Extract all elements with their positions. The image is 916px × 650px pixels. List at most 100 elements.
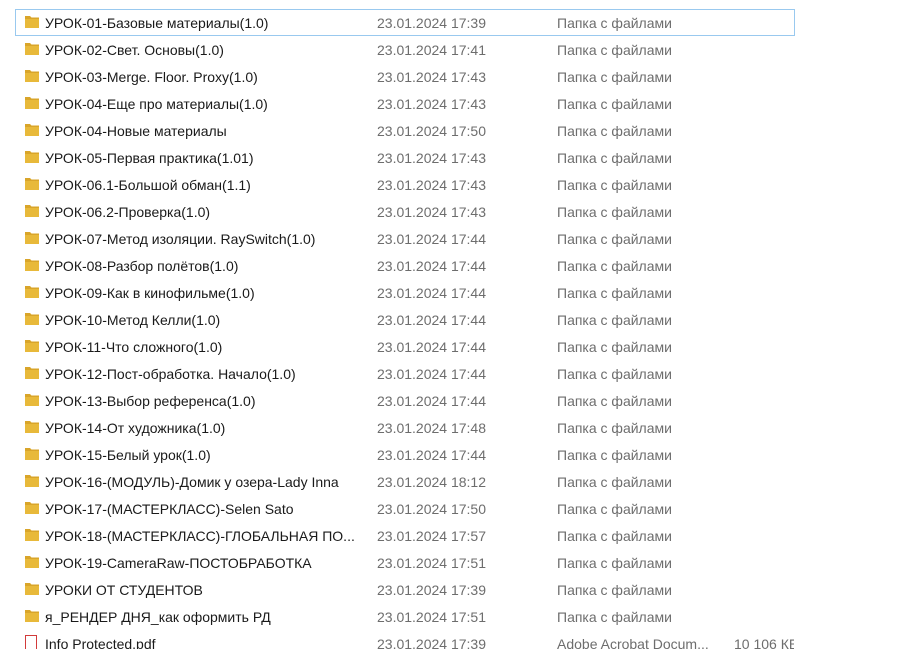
file-row[interactable]: УРОК-14-От художника(1.0) 23.01.2024 17:4… <box>15 414 795 441</box>
file-type: Папка с файлами <box>557 528 672 544</box>
folder-icon <box>25 16 39 28</box>
file-type: Папка с файлами <box>557 258 672 274</box>
file-date: 23.01.2024 17:44 <box>377 231 486 247</box>
file-type: Папка с файлами <box>557 177 672 193</box>
file-name: Info Protected.pdf <box>45 636 156 650</box>
file-name: УРОК-17-(МАСТЕРКЛАСС)-Selen Sato <box>45 501 294 517</box>
file-date: 23.01.2024 17:48 <box>377 420 486 436</box>
file-name: УРОК-06.1-Большой обман(1.1) <box>45 177 251 193</box>
file-name: УРОК-15-Белый урок(1.0) <box>45 447 211 463</box>
file-row[interactable]: УРОК-17-(МАСТЕРКЛАСС)-Selen Sato 23.01.20… <box>15 495 795 522</box>
file-list: УРОК-01-Базовые материалы(1.0) 23.01.2024… <box>0 9 916 650</box>
file-row[interactable]: УРОК-04-Новые материалы 23.01.2024 17:50 П… <box>15 117 795 144</box>
file-date: 23.01.2024 18:12 <box>377 474 486 490</box>
file-date: 23.01.2024 17:51 <box>377 555 486 571</box>
file-date: 23.01.2024 17:43 <box>377 96 486 112</box>
folder-icon <box>25 610 39 622</box>
folder-icon <box>25 529 39 541</box>
file-type: Папка с файлами <box>557 555 672 571</box>
file-name: УРОК-13-Выбор референса(1.0) <box>45 393 256 409</box>
file-row[interactable]: УРОК-08-Разбор полётов(1.0) 23.01.2024 17… <box>15 252 795 279</box>
file-type: Папка с файлами <box>557 96 672 112</box>
file-row[interactable]: УРОК-12-Пост-обработка. Начало(1.0) 23.01… <box>15 360 795 387</box>
file-type: Папка с файлами <box>557 420 672 436</box>
file-date: 23.01.2024 17:44 <box>377 339 486 355</box>
folder-icon <box>25 232 39 244</box>
file-type: Папка с файлами <box>557 474 672 490</box>
file-name: УРОК-06.2-Проверка(1.0) <box>45 204 211 220</box>
file-type: Папка с файлами <box>557 204 672 220</box>
folder-icon <box>25 97 39 109</box>
folder-icon <box>25 151 39 163</box>
file-row[interactable]: УРОК-13-Выбор референса(1.0) 23.01.2024 1… <box>15 387 795 414</box>
folder-icon <box>25 259 39 271</box>
file-date: 23.01.2024 17:44 <box>377 366 486 382</box>
file-row[interactable]: УРОК-05-Первая практика(1.01) 23.01.2024 … <box>15 144 795 171</box>
file-type: Adobe Acrobat Docum... <box>557 636 709 650</box>
file-row[interactable]: УРОК-01-Базовые материалы(1.0) 23.01.2024… <box>15 9 795 36</box>
file-type: Папка с файлами <box>557 150 672 166</box>
file-date: 23.01.2024 17:57 <box>377 528 486 544</box>
file-row[interactable]: УРОК-06.2-Проверка(1.0) 23.01.2024 17:43 П… <box>15 198 795 225</box>
file-date: 23.01.2024 17:50 <box>377 501 486 517</box>
file-row[interactable]: я_РЕНДЕР ДНЯ_как оформить РД 23.01.2024 1… <box>15 603 795 630</box>
file-type: Папка с файлами <box>557 501 672 517</box>
file-type: Папка с файлами <box>557 231 672 247</box>
file-row[interactable]: УРОК-04-Еще про материалы(1.0) 23.01.2024… <box>15 90 795 117</box>
folder-icon <box>25 178 39 190</box>
folder-icon <box>25 70 39 82</box>
file-row[interactable]: УРОК-11-Что сложного(1.0) 23.01.2024 17:4… <box>15 333 795 360</box>
file-row[interactable]: Info Protected.pdf 23.01.2024 17:39 Adobe … <box>15 630 795 650</box>
file-type: Папка с файлами <box>557 366 672 382</box>
file-name: УРОК-07-Метод изоляции. RaySwitch(1.0) <box>45 231 316 247</box>
file-row[interactable]: УРОК-15-Белый урок(1.0) 23.01.2024 17:44 П… <box>15 441 795 468</box>
file-size: 10 106 КБ <box>734 636 795 650</box>
folder-icon <box>25 556 39 568</box>
file-name: УРОК-12-Пост-обработка. Начало(1.0) <box>45 366 296 382</box>
file-name: УРОК-11-Что сложного(1.0) <box>45 339 223 355</box>
file-date: 23.01.2024 17:51 <box>377 609 486 625</box>
folder-icon <box>25 475 39 487</box>
file-name: УРОК-10-Метод Келли(1.0) <box>45 312 221 328</box>
file-row[interactable]: УРОК-02-Свет. Основы(1.0) 23.01.2024 17:4… <box>15 36 795 63</box>
file-row[interactable]: УРОК-09-Как в кинофильме(1.0) 23.01.2024 … <box>15 279 795 306</box>
file-date: 23.01.2024 17:44 <box>377 258 486 274</box>
folder-icon <box>25 448 39 460</box>
folder-icon <box>25 313 39 325</box>
file-name: УРОК-03-Merge. Floor. Proxy(1.0) <box>45 69 258 85</box>
file-row[interactable]: УРОК-19-CameraRaw-ПОСТОБРАБОТКА 23.01.202… <box>15 549 795 576</box>
file-type: Папка с файлами <box>557 123 672 139</box>
file-date: 23.01.2024 17:39 <box>377 636 486 650</box>
file-date: 23.01.2024 17:43 <box>377 150 486 166</box>
folder-icon <box>25 367 39 379</box>
file-row[interactable]: УРОК-10-Метод Келли(1.0) 23.01.2024 17:44… <box>15 306 795 333</box>
folder-icon <box>25 502 39 514</box>
file-row[interactable]: УРОК-18-(МАСТЕРКЛАСС)-ГЛОБАЛЬНАЯ ПО... 23… <box>15 522 795 549</box>
file-row[interactable]: УРОК-06.1-Большой обман(1.1) 23.01.2024 1… <box>15 171 795 198</box>
file-name: УРОК-01-Базовые материалы(1.0) <box>45 15 269 31</box>
file-row[interactable]: УРОК-16-(МОДУЛЬ)-Домик у озера-Lady Inna… <box>15 468 795 495</box>
file-type: Папка с файлами <box>557 609 672 625</box>
file-name: УРОК-04-Новые материалы <box>45 123 227 139</box>
file-type: Папка с файлами <box>557 393 672 409</box>
file-date: 23.01.2024 17:44 <box>377 447 486 463</box>
file-row[interactable]: УРОК-07-Метод изоляции. RaySwitch(1.0) 23… <box>15 225 795 252</box>
file-name: УРОК-14-От художника(1.0) <box>45 420 226 436</box>
file-name: УРОК-19-CameraRaw-ПОСТОБРАБОТКА <box>45 555 312 571</box>
file-date: 23.01.2024 17:50 <box>377 123 486 139</box>
file-date: 23.01.2024 17:44 <box>377 285 486 301</box>
folder-icon <box>25 583 39 595</box>
folder-icon <box>25 124 39 136</box>
file-row[interactable]: УРОКИ ОТ СТУДЕНТОВ 23.01.2024 17:39 Папка … <box>15 576 795 603</box>
file-date: 23.01.2024 17:44 <box>377 393 486 409</box>
file-name: УРОК-16-(МОДУЛЬ)-Домик у озера-Lady Inna <box>45 474 339 490</box>
file-date: 23.01.2024 17:43 <box>377 204 486 220</box>
file-name: УРОК-04-Еще про материалы(1.0) <box>45 96 268 112</box>
folder-icon <box>25 340 39 352</box>
file-name: УРОК-02-Свет. Основы(1.0) <box>45 42 224 58</box>
file-name: УРОК-05-Первая практика(1.01) <box>45 150 254 166</box>
folder-icon <box>25 286 39 298</box>
file-row[interactable]: УРОК-03-Merge. Floor. Proxy(1.0) 23.01.20… <box>15 63 795 90</box>
file-date: 23.01.2024 17:44 <box>377 312 486 328</box>
file-type: Папка с файлами <box>557 15 672 31</box>
